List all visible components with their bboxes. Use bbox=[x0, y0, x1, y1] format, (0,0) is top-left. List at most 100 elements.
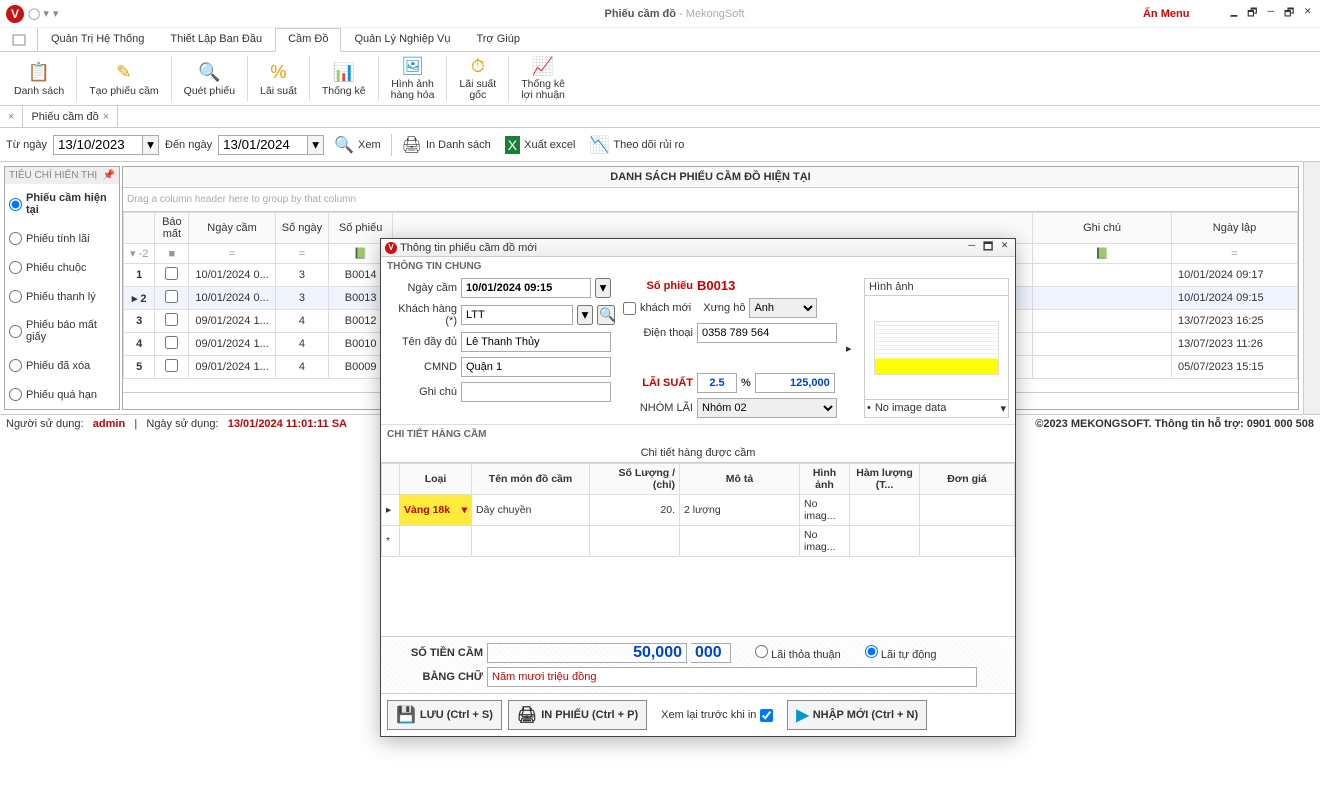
sidebar-item-4[interactable]: Phiếu báo mất giấy bbox=[5, 311, 119, 351]
sidebar-item-1[interactable]: Phiếu tính lãi bbox=[5, 224, 119, 253]
sidebar-item-6[interactable]: Phiếu quá hạn bbox=[5, 380, 119, 409]
col-baomat[interactable]: Báo mất bbox=[155, 213, 189, 244]
customer-input[interactable] bbox=[461, 305, 573, 325]
save-button[interactable]: 💾LƯU (Ctrl + S) bbox=[387, 700, 502, 730]
minimize-inner-icon[interactable]: ▁ bbox=[1227, 4, 1240, 23]
from-date-dd[interactable]: ▾ bbox=[143, 135, 159, 155]
ribbon-item-6[interactable]: ⏱Lãi suấtgốc bbox=[449, 52, 506, 105]
cmnd-input[interactable] bbox=[461, 357, 611, 377]
interest-amount[interactable]: 125,000 bbox=[755, 373, 835, 393]
to-date-dd[interactable]: ▾ bbox=[308, 135, 324, 155]
note-input[interactable] bbox=[461, 382, 611, 402]
menu-tab-0[interactable]: Quản Trị Hệ Thống bbox=[38, 28, 157, 51]
menu-tab-3[interactable]: Quản Lý Nghiệp Vụ bbox=[341, 28, 463, 51]
restore-inner-icon[interactable]: 🗗 bbox=[1244, 4, 1260, 23]
dlg-title: Thông tin phiếu cầm đồ mới bbox=[400, 242, 965, 254]
col-ngaycam[interactable]: Ngày cầm bbox=[189, 213, 275, 244]
filter-songay[interactable]: = bbox=[275, 244, 328, 264]
filter-ngaylap[interactable]: = bbox=[1172, 244, 1298, 264]
ribbon-item-4[interactable]: 📊Thống kê bbox=[312, 52, 376, 105]
amount-text-input[interactable] bbox=[487, 667, 977, 687]
hide-menu-link[interactable]: Ẩn Menu bbox=[1143, 8, 1189, 20]
menu-tab-2[interactable]: Cầm Đồ bbox=[275, 28, 341, 52]
dcol-mota[interactable]: Mô tả bbox=[680, 464, 800, 495]
phone-input[interactable] bbox=[697, 323, 837, 343]
dcol-loai[interactable]: Loại bbox=[400, 464, 472, 495]
view-button[interactable]: 🔍Xem bbox=[330, 133, 385, 157]
menu-caret-icon[interactable]: ▾ bbox=[53, 7, 59, 20]
doc-tab[interactable]: Phiếu cầm đồ × bbox=[23, 106, 118, 127]
from-date-input[interactable] bbox=[53, 135, 143, 155]
sidebar-item-0[interactable]: Phiếu cầm hiện tại bbox=[5, 184, 119, 224]
dcol-dg[interactable]: Đơn giá bbox=[920, 464, 1015, 495]
menu-handle[interactable] bbox=[0, 28, 38, 51]
ribbon-item-0[interactable]: 📋Danh sách bbox=[4, 52, 74, 105]
image-nav-first-icon[interactable]: • bbox=[865, 400, 873, 417]
group-area[interactable]: Drag a column header here to group by th… bbox=[123, 188, 1298, 212]
dropdown-icon[interactable]: ◯ ▾ bbox=[28, 7, 49, 20]
doc-tab-label: Phiếu cầm đồ bbox=[31, 111, 98, 123]
fullname-input[interactable] bbox=[461, 332, 611, 352]
col-ngaylap[interactable]: Ngày lập bbox=[1172, 213, 1298, 244]
export-excel-button[interactable]: XXuất excel bbox=[501, 134, 580, 156]
menu-tab-4[interactable]: Trợ Giúp bbox=[463, 28, 532, 51]
ribbon-item-5[interactable]: 🖼Hình ảnhhàng hóa bbox=[381, 52, 445, 105]
dcol-ha[interactable]: Hình ảnh bbox=[800, 464, 850, 495]
doc-tab-close-icon[interactable]: × bbox=[103, 111, 109, 123]
user-value: admin bbox=[93, 418, 125, 430]
dcol-hl[interactable]: Hàm lượng (T... bbox=[850, 464, 920, 495]
maximize-icon[interactable]: 🗗 bbox=[1281, 4, 1297, 23]
risk-button[interactable]: 📉Theo dõi rủi ro bbox=[586, 133, 689, 157]
col-songay[interactable]: Số ngày bbox=[275, 213, 328, 244]
sidebar-item-3[interactable]: Phiếu thanh lý bbox=[5, 282, 119, 311]
salutation-select[interactable]: Anh bbox=[749, 298, 817, 318]
dlg-section-detail: CHI TIẾT HÀNG CẦM bbox=[381, 425, 1015, 444]
detail-row[interactable]: ▸Vàng 18k ▾Dây chuyền20.2 lượngNo imag..… bbox=[382, 495, 1015, 526]
pawn-amount[interactable]: 50,000 bbox=[487, 643, 687, 663]
new-customer-check[interactable] bbox=[623, 302, 636, 315]
interest-rate[interactable]: 2.5 bbox=[697, 373, 737, 393]
image-prev-icon[interactable]: ▸ bbox=[846, 342, 852, 355]
customer-search[interactable]: 🔍 bbox=[597, 305, 615, 325]
pawn-date-dd[interactable]: ▾ bbox=[595, 278, 611, 298]
pawn-date-input[interactable] bbox=[461, 278, 591, 298]
print-button[interactable]: 🖨IN PHIẾU (Ctrl + P) bbox=[508, 700, 647, 730]
to-date-input[interactable] bbox=[218, 135, 308, 155]
sidebar-item-2[interactable]: Phiếu chuộc bbox=[5, 253, 119, 282]
image-preview[interactable] bbox=[867, 298, 1006, 397]
customer-dd[interactable]: ▾ bbox=[577, 305, 593, 325]
interest-auto-radio[interactable] bbox=[865, 645, 878, 658]
pawn-ticket-dialog: V Thông tin phiếu cầm đồ mới — 🗖 ✕ THÔNG… bbox=[380, 238, 1016, 737]
menu-tab-1[interactable]: Thiết Lập Ban Đầu bbox=[157, 28, 275, 51]
main-scrollbar[interactable] bbox=[1303, 162, 1320, 414]
doc-tab-close-first[interactable]: × bbox=[0, 106, 23, 127]
detail-row[interactable]: *No imag... bbox=[382, 526, 1015, 557]
minimize-icon[interactable]: — bbox=[1264, 4, 1277, 23]
filter-ngaycam[interactable]: = bbox=[189, 244, 275, 264]
ribbon-item-7[interactable]: 📈Thống kêlợi nhuận bbox=[511, 52, 575, 105]
ribbon-item-1[interactable]: ✎Tạo phiếu cầm bbox=[79, 52, 168, 105]
interest-group-select[interactable]: Nhóm 02 bbox=[697, 398, 837, 418]
close-icon[interactable]: ✕ bbox=[1301, 4, 1314, 23]
dcol-sl[interactable]: Số Lượng / (chỉ) bbox=[590, 464, 680, 495]
interest-manual-radio[interactable] bbox=[755, 645, 768, 658]
col-ghichu[interactable]: Ghi chú bbox=[1033, 213, 1172, 244]
window-title: Phiếu cầm đồ - MekongSoft bbox=[206, 8, 1143, 20]
new-button[interactable]: ▶NHẬP MỚI (Ctrl + N) bbox=[787, 700, 927, 730]
print-list-button[interactable]: 🖨In Danh sách bbox=[398, 133, 495, 157]
preview-check-label[interactable]: Xem lại trước khi in bbox=[653, 700, 781, 730]
sidebar-item-5[interactable]: Phiếu đã xóa bbox=[5, 351, 119, 380]
ribbon-item-2[interactable]: 🔍Quét phiếu bbox=[174, 52, 245, 105]
dlg-maximize-icon[interactable]: 🗖 bbox=[980, 238, 996, 257]
filter-handle[interactable]: ▾ -2 bbox=[124, 244, 155, 264]
dlg-minimize-icon[interactable]: — bbox=[965, 238, 978, 257]
dcol-ten[interactable]: Tên món đồ cầm bbox=[472, 464, 590, 495]
filter-baomat[interactable]: ■ bbox=[155, 244, 189, 264]
sidebar-pin-icon[interactable]: 📌 bbox=[103, 170, 115, 181]
filter-ghichu[interactable]: 📗 bbox=[1033, 244, 1172, 264]
preview-check[interactable] bbox=[760, 709, 773, 722]
col-expand[interactable] bbox=[124, 213, 155, 244]
dlg-close-icon[interactable]: ✕ bbox=[998, 238, 1011, 257]
ribbon-item-3[interactable]: %Lãi suất bbox=[250, 52, 307, 105]
image-nav-last-icon[interactable]: ▾ bbox=[998, 400, 1008, 417]
